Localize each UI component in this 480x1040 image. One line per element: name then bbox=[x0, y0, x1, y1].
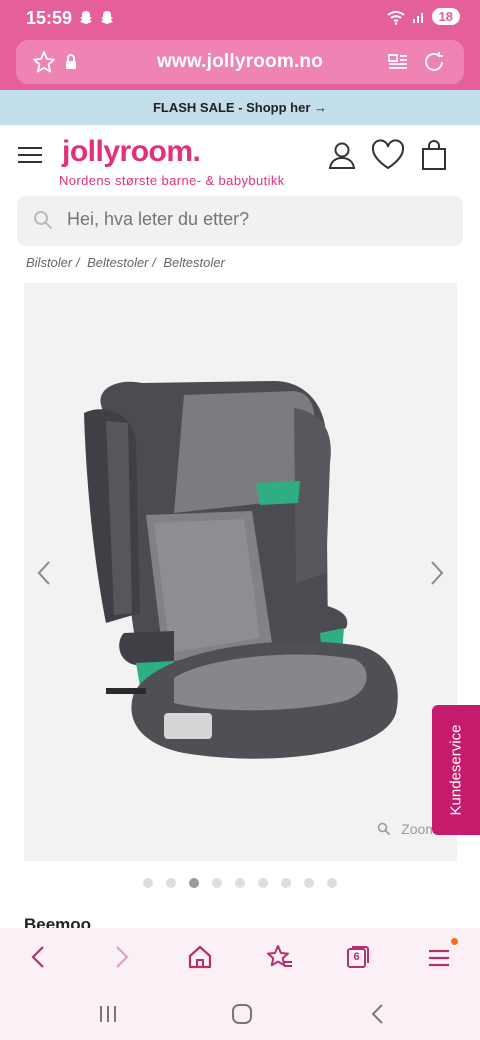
carousel-dot[interactable] bbox=[212, 878, 222, 888]
browser-header: 15:59 18 www.jollyroom.no bbox=[0, 0, 480, 90]
status-bar: 15:59 18 bbox=[0, 0, 480, 38]
reader-mode-icon[interactable] bbox=[386, 50, 410, 74]
tabs-button[interactable]: 6 bbox=[345, 944, 371, 970]
home-icon[interactable] bbox=[185, 942, 215, 972]
carousel-dot[interactable] bbox=[235, 878, 245, 888]
battery-badge: 18 bbox=[431, 8, 460, 25]
home-button-icon[interactable] bbox=[230, 1002, 254, 1026]
browser-toolbar: 6 bbox=[0, 928, 480, 988]
zoom-control[interactable]: Zoom bbox=[377, 821, 437, 837]
carousel-dot[interactable] bbox=[304, 878, 314, 888]
product-image-car-seat[interactable] bbox=[24, 283, 457, 861]
search-box[interactable] bbox=[17, 196, 463, 246]
browser-menu-button[interactable] bbox=[424, 938, 458, 972]
site-header: jollyroom. Nordens største barne- & baby… bbox=[0, 125, 480, 195]
kundeservice-label[interactable]: Kundeservice bbox=[448, 725, 465, 816]
url-bar[interactable]: www.jollyroom.no bbox=[16, 40, 464, 84]
carousel-dot[interactable] bbox=[258, 878, 268, 888]
bookmarks-icon[interactable] bbox=[265, 942, 295, 972]
gallery-next-arrow-icon[interactable] bbox=[427, 558, 447, 588]
menu-icon[interactable] bbox=[18, 147, 42, 165]
kundeservice-tab[interactable]: Kundeservice bbox=[432, 705, 480, 835]
search-input[interactable] bbox=[67, 209, 447, 230]
reload-icon[interactable] bbox=[422, 50, 446, 74]
carousel-dot[interactable] bbox=[143, 878, 153, 888]
system-back-icon[interactable] bbox=[366, 1002, 390, 1026]
heart-icon[interactable] bbox=[370, 139, 406, 171]
status-right: 18 bbox=[386, 8, 460, 25]
snapchat-icon-2 bbox=[101, 11, 113, 24]
carousel-dot[interactable] bbox=[189, 878, 199, 888]
carousel-dot[interactable] bbox=[281, 878, 291, 888]
notification-dot bbox=[451, 938, 458, 945]
back-icon[interactable] bbox=[24, 942, 54, 972]
site-tagline: Nordens største barne- & babybutikk bbox=[59, 173, 285, 188]
product-gallery[interactable]: Zoom bbox=[24, 283, 457, 861]
recent-apps-icon[interactable] bbox=[96, 1002, 120, 1026]
carousel-dot[interactable] bbox=[327, 878, 337, 888]
breadcrumb-item-beltestoler[interactable]: Beltestoler / bbox=[87, 255, 156, 270]
carousel-dots bbox=[0, 878, 480, 888]
forward-icon[interactable] bbox=[106, 942, 136, 972]
flash-sale-banner[interactable]: FLASH SALE - Shopp her → bbox=[0, 90, 480, 125]
system-navbar bbox=[0, 988, 480, 1040]
signal-icon bbox=[412, 12, 423, 23]
tabs-count: 6 bbox=[353, 951, 360, 963]
site-logo[interactable]: jollyroom. bbox=[62, 135, 201, 169]
search-icon bbox=[34, 211, 53, 230]
account-icon[interactable] bbox=[326, 139, 358, 171]
wifi-icon bbox=[386, 10, 405, 25]
breadcrumb: Bilstoler / Beltestoler / Beltestoler bbox=[26, 255, 229, 270]
zoom-icon bbox=[377, 822, 391, 836]
flash-sale-text[interactable]: FLASH SALE - Shopp her → bbox=[153, 100, 327, 115]
breadcrumb-item-bilstoler[interactable]: Bilstoler / bbox=[26, 255, 79, 270]
browser-menu-icon bbox=[429, 949, 449, 967]
breadcrumb-item-current[interactable]: Beltestoler bbox=[163, 255, 224, 270]
snapchat-icon bbox=[80, 11, 92, 24]
carousel-dot[interactable] bbox=[166, 878, 176, 888]
gallery-prev-arrow-icon[interactable] bbox=[34, 558, 54, 588]
status-time: 15:59 bbox=[26, 8, 73, 28]
shopping-bag-icon[interactable] bbox=[418, 139, 450, 171]
